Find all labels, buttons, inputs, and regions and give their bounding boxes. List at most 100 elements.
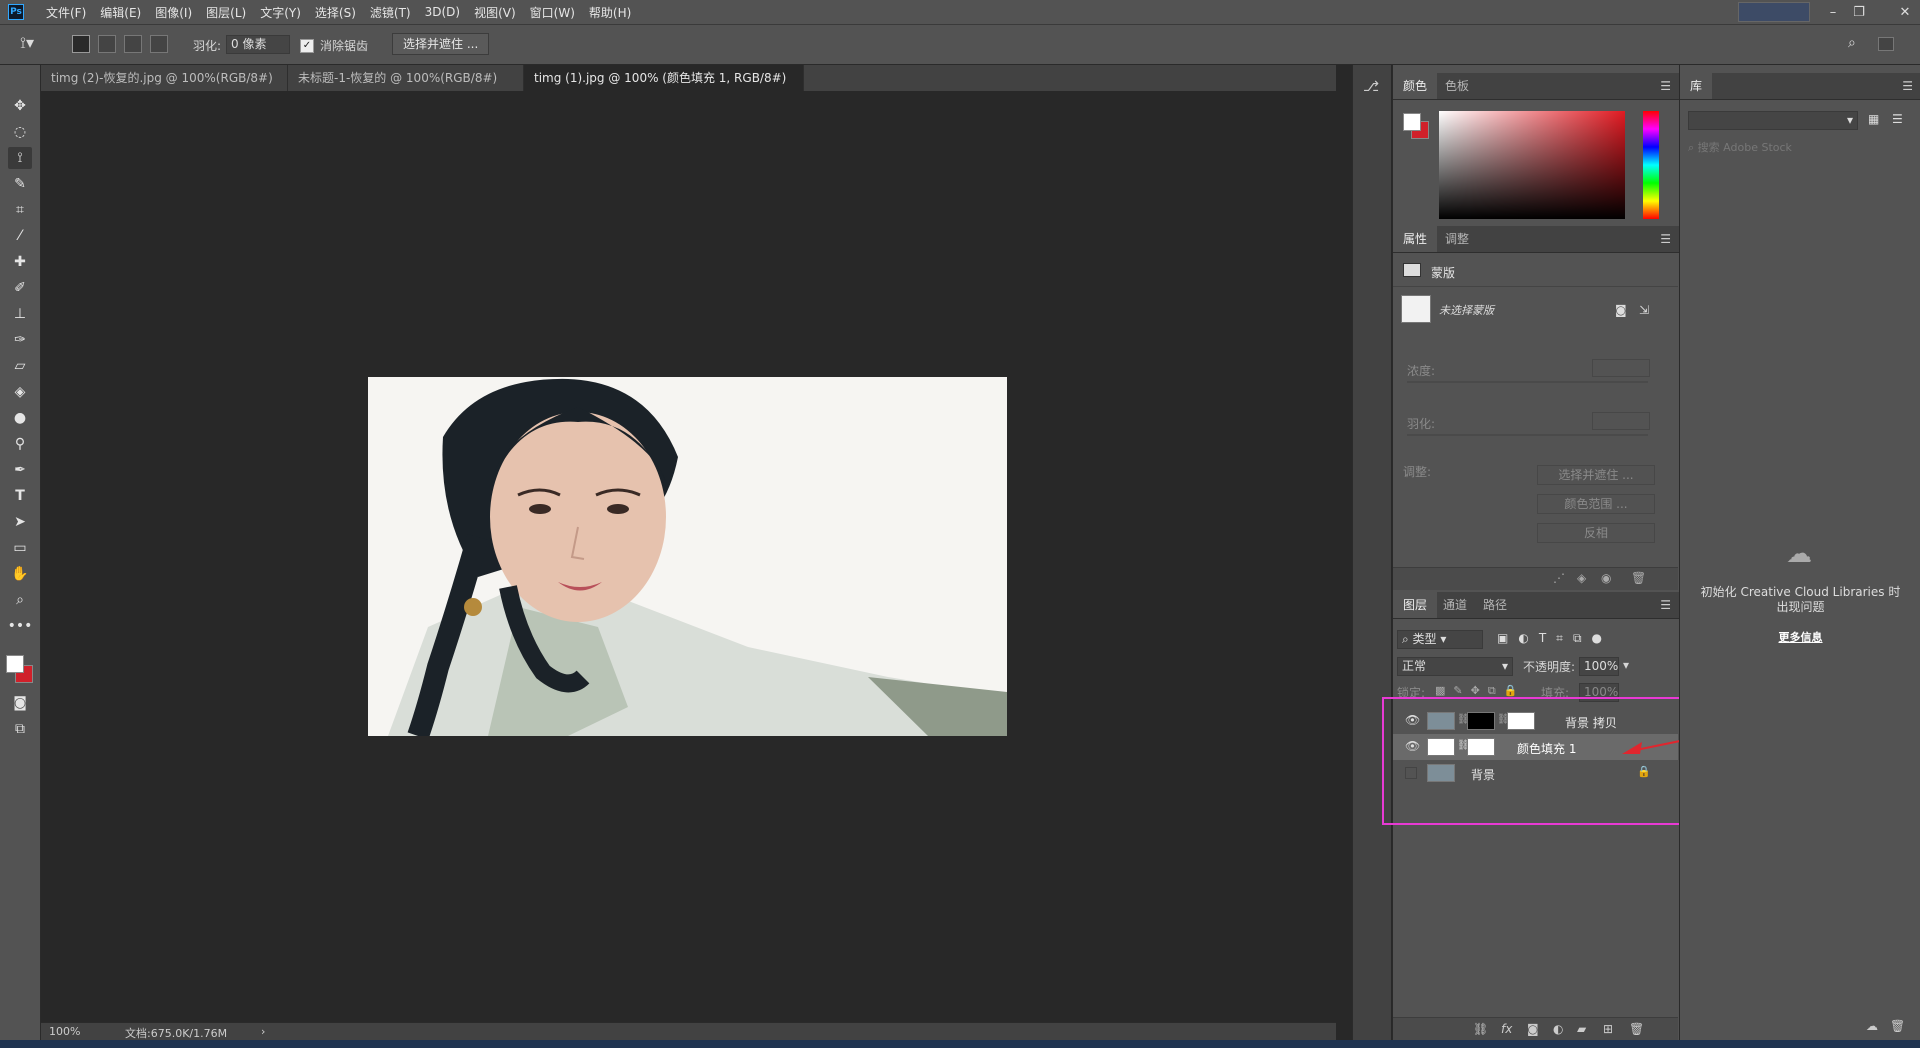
lock-artboard-icon[interactable]: ⧉ <box>1488 684 1496 698</box>
pen-tool-icon[interactable]: ✒ <box>8 459 32 481</box>
select-and-mask-button[interactable]: 选择并遮住 ... <box>392 33 490 55</box>
fx-icon[interactable]: fx <box>1501 1022 1512 1036</box>
history-brush-icon[interactable]: ✑ <box>8 329 32 351</box>
lock-pixels-icon[interactable]: ✎ <box>1453 684 1462 698</box>
vector-mask-icon[interactable]: ⇲ <box>1639 303 1649 317</box>
tab-doc-1[interactable]: timg (2)-恢复的.jpg @ 100%(RGB/8#) *× <box>41 65 288 111</box>
menu-help[interactable]: 帮助(H) <box>589 4 631 21</box>
menu-type[interactable]: 文字(Y) <box>260 4 301 21</box>
adjustment-icon[interactable]: ◐ <box>1553 1022 1563 1036</box>
menu-file[interactable]: 文件(F) <box>46 4 86 21</box>
search-icon[interactable]: ⌕ <box>1848 35 1856 51</box>
menu-edit[interactable]: 编辑(E) <box>100 4 141 21</box>
help-widget-icon[interactable] <box>1738 2 1810 22</box>
menu-3d[interactable]: 3D(D) <box>425 5 460 19</box>
healing-tool-icon[interactable]: ✚ <box>8 251 32 273</box>
select-and-mask-button[interactable]: 选择并遮住 ... <box>1537 465 1655 485</box>
color-field[interactable] <box>1439 111 1625 219</box>
sync-icon[interactable]: ☁ <box>1866 1019 1878 1033</box>
link-icon[interactable]: ⛓ <box>1473 1022 1488 1036</box>
panel-menu-icon[interactable]: ☰ <box>1660 79 1671 93</box>
add-mask-icon[interactable]: ◙ <box>1527 1022 1539 1036</box>
type-filter-icon[interactable]: T <box>1539 631 1546 646</box>
layer-filter-select[interactable]: ⌕ 类型 ▾ <box>1397 630 1483 649</box>
quick-select-tool-icon[interactable]: ✎ <box>8 173 32 195</box>
eyedropper-tool-icon[interactable]: ⁄ <box>8 225 32 247</box>
photoshop-logo[interactable]: Ps <box>8 4 24 20</box>
foreground-color-swatch[interactable] <box>6 655 24 673</box>
quick-mask-icon[interactable]: ◙ <box>8 692 32 714</box>
zoom-readout[interactable]: 100% <box>49 1025 80 1038</box>
smart-filter-icon[interactable]: ⧉ <box>1573 631 1582 646</box>
adjustment-filter-icon[interactable]: ◐ <box>1518 631 1528 646</box>
load-selection-icon[interactable]: ⋰ <box>1553 571 1565 585</box>
lock-all-icon[interactable]: 🔒 <box>1504 684 1518 698</box>
tab-adjustments[interactable]: 调整 <box>1435 226 1479 252</box>
minimize-icon[interactable]: – <box>1820 5 1846 20</box>
trash-icon[interactable]: 🗑 <box>1629 1022 1644 1036</box>
more-info-link[interactable]: 更多信息 <box>1680 629 1920 645</box>
menu-filter[interactable]: 滤镜(T) <box>370 4 411 21</box>
hand-tool-icon[interactable]: ✋ <box>8 563 32 585</box>
menu-select[interactable]: 选择(S) <box>315 4 356 21</box>
new-layer-icon[interactable]: ⊞ <box>1603 1022 1613 1036</box>
move-tool-icon[interactable]: ✥ <box>8 95 32 117</box>
tab-paths[interactable]: 路径 <box>1473 592 1517 618</box>
history-panel-icon[interactable]: ⎇ <box>1363 79 1379 95</box>
magnetic-lasso-icon[interactable]: ⟟▾ <box>20 33 34 53</box>
menu-window[interactable]: 窗口(W) <box>530 4 575 21</box>
panel-menu-icon[interactable]: ☰ <box>1902 79 1913 93</box>
close-icon[interactable]: ✕ <box>1892 5 1918 20</box>
panel-menu-icon[interactable]: ☰ <box>1660 598 1671 612</box>
panel-menu-icon[interactable]: ☰ <box>1660 232 1671 246</box>
crop-tool-icon[interactable]: ⌗ <box>8 199 32 221</box>
stock-search-input[interactable]: ⌕ 搜索 Adobe Stock <box>1688 139 1792 155</box>
lock-transparent-icon[interactable]: ▩ <box>1435 684 1445 698</box>
lock-position-icon[interactable]: ✥ <box>1471 684 1480 698</box>
tab-doc-2[interactable]: 未标题-1-恢复的 @ 100%(RGB/8#) *× <box>288 65 524 111</box>
apply-mask-icon[interactable]: ◈ <box>1577 571 1586 585</box>
blur-tool-icon[interactable]: ● <box>8 407 32 429</box>
tab-properties[interactable]: 属性 <box>1393 226 1438 252</box>
lasso-tool-icon[interactable]: ⟟ <box>8 147 32 169</box>
feather-input[interactable] <box>1592 412 1650 430</box>
marquee-tool-icon[interactable]: ◌ <box>8 121 32 143</box>
folder-icon[interactable]: ▰ <box>1577 1022 1586 1036</box>
trash-icon[interactable]: 🗑 <box>1631 571 1646 585</box>
workspace-icon[interactable] <box>1878 37 1894 51</box>
list-view-icon[interactable]: ☰ <box>1892 112 1903 126</box>
tab-layers[interactable]: 图层 <box>1393 592 1438 618</box>
feather-input[interactable]: 0 像素 <box>226 35 290 54</box>
opacity-input[interactable]: 100% <box>1579 657 1619 676</box>
color-range-button[interactable]: 颜色范围 ... <box>1537 494 1655 514</box>
pixel-filter-icon[interactable]: ▣ <box>1497 631 1508 646</box>
tab-swatches[interactable]: 色板 <box>1435 73 1479 99</box>
antialias-checkbox[interactable]: ✓ 消除锯齿 <box>300 37 368 54</box>
grid-view-icon[interactable]: ▦ <box>1868 112 1879 126</box>
add-selection-icon[interactable] <box>98 35 116 53</box>
restore-icon[interactable]: ❐ <box>1846 5 1872 20</box>
brush-tool-icon[interactable]: ✐ <box>8 277 32 299</box>
paint-bucket-icon[interactable]: ◈ <box>8 381 32 403</box>
screen-mode-icon[interactable]: ⧉ <box>8 718 32 740</box>
trash-icon[interactable]: 🗑 <box>1890 1019 1905 1033</box>
new-selection-icon[interactable] <box>72 35 90 53</box>
hue-slider[interactable] <box>1643 111 1659 219</box>
shape-filter-icon[interactable]: ⌗ <box>1556 631 1563 646</box>
menu-view[interactable]: 视图(V) <box>474 4 516 21</box>
status-chevron-icon[interactable]: › <box>261 1025 265 1038</box>
rectangle-tool-icon[interactable]: ▭ <box>8 537 32 559</box>
visibility-icon[interactable]: ◉ <box>1601 571 1611 585</box>
density-slider[interactable] <box>1407 381 1648 383</box>
density-input[interactable] <box>1592 359 1650 377</box>
path-select-icon[interactable]: ➤ <box>8 511 32 533</box>
more-tools-icon[interactable]: ••• <box>8 615 33 637</box>
tab-doc-3[interactable]: timg (1).jpg @ 100% (颜色填充 1, RGB/8#) *× <box>524 65 804 111</box>
menu-layer[interactable]: 图层(L) <box>206 4 246 21</box>
document-image[interactable] <box>368 377 1007 736</box>
blend-mode-select[interactable]: 正常 ▾ <box>1397 657 1513 676</box>
tab-library[interactable]: 库 <box>1680 73 1713 99</box>
invert-button[interactable]: 反相 <box>1537 523 1655 543</box>
feather-slider[interactable] <box>1407 434 1648 436</box>
intersect-selection-icon[interactable] <box>150 35 168 53</box>
